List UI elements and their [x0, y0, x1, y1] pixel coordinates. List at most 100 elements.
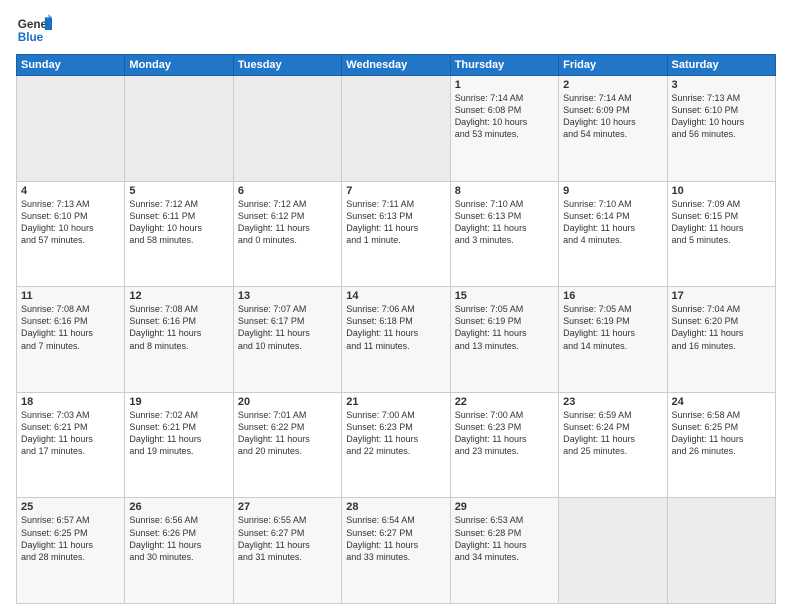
- weekday-header: Friday: [559, 55, 667, 76]
- calendar-cell: 12Sunrise: 7:08 AM Sunset: 6:16 PM Dayli…: [125, 287, 233, 393]
- calendar-cell: 29Sunrise: 6:53 AM Sunset: 6:28 PM Dayli…: [450, 498, 558, 604]
- day-number: 14: [346, 290, 445, 302]
- calendar-cell: 19Sunrise: 7:02 AM Sunset: 6:21 PM Dayli…: [125, 392, 233, 498]
- weekday-header-row: SundayMondayTuesdayWednesdayThursdayFrid…: [17, 55, 776, 76]
- day-info: Sunrise: 7:11 AM Sunset: 6:13 PM Dayligh…: [346, 198, 445, 247]
- day-number: 2: [563, 79, 662, 91]
- day-number: 11: [21, 290, 120, 302]
- day-info: Sunrise: 6:56 AM Sunset: 6:26 PM Dayligh…: [129, 514, 228, 563]
- calendar-cell: 8Sunrise: 7:10 AM Sunset: 6:13 PM Daylig…: [450, 181, 558, 287]
- calendar-cell: 7Sunrise: 7:11 AM Sunset: 6:13 PM Daylig…: [342, 181, 450, 287]
- calendar-cell: 10Sunrise: 7:09 AM Sunset: 6:15 PM Dayli…: [667, 181, 775, 287]
- calendar-cell: [125, 76, 233, 182]
- day-info: Sunrise: 6:53 AM Sunset: 6:28 PM Dayligh…: [455, 514, 554, 563]
- day-info: Sunrise: 7:08 AM Sunset: 6:16 PM Dayligh…: [21, 303, 120, 352]
- calendar-cell: [667, 498, 775, 604]
- calendar-cell: 18Sunrise: 7:03 AM Sunset: 6:21 PM Dayli…: [17, 392, 125, 498]
- day-info: Sunrise: 7:08 AM Sunset: 6:16 PM Dayligh…: [129, 303, 228, 352]
- day-info: Sunrise: 7:04 AM Sunset: 6:20 PM Dayligh…: [672, 303, 771, 352]
- calendar-cell: 2Sunrise: 7:14 AM Sunset: 6:09 PM Daylig…: [559, 76, 667, 182]
- calendar-cell: [17, 76, 125, 182]
- calendar-cell: 3Sunrise: 7:13 AM Sunset: 6:10 PM Daylig…: [667, 76, 775, 182]
- calendar-cell: 17Sunrise: 7:04 AM Sunset: 6:20 PM Dayli…: [667, 287, 775, 393]
- day-number: 20: [238, 396, 337, 408]
- calendar-cell: 14Sunrise: 7:06 AM Sunset: 6:18 PM Dayli…: [342, 287, 450, 393]
- calendar-cell: 28Sunrise: 6:54 AM Sunset: 6:27 PM Dayli…: [342, 498, 450, 604]
- day-number: 29: [455, 501, 554, 513]
- calendar-cell: 5Sunrise: 7:12 AM Sunset: 6:11 PM Daylig…: [125, 181, 233, 287]
- weekday-header: Sunday: [17, 55, 125, 76]
- calendar-cell: 6Sunrise: 7:12 AM Sunset: 6:12 PM Daylig…: [233, 181, 341, 287]
- day-info: Sunrise: 7:05 AM Sunset: 6:19 PM Dayligh…: [563, 303, 662, 352]
- day-number: 8: [455, 185, 554, 197]
- calendar-cell: 21Sunrise: 7:00 AM Sunset: 6:23 PM Dayli…: [342, 392, 450, 498]
- calendar-cell: 13Sunrise: 7:07 AM Sunset: 6:17 PM Dayli…: [233, 287, 341, 393]
- calendar-cell: [233, 76, 341, 182]
- day-number: 10: [672, 185, 771, 197]
- calendar-week-row: 1Sunrise: 7:14 AM Sunset: 6:08 PM Daylig…: [17, 76, 776, 182]
- weekday-header: Wednesday: [342, 55, 450, 76]
- calendar-cell: 20Sunrise: 7:01 AM Sunset: 6:22 PM Dayli…: [233, 392, 341, 498]
- day-info: Sunrise: 7:05 AM Sunset: 6:19 PM Dayligh…: [455, 303, 554, 352]
- day-info: Sunrise: 7:02 AM Sunset: 6:21 PM Dayligh…: [129, 409, 228, 458]
- day-info: Sunrise: 6:58 AM Sunset: 6:25 PM Dayligh…: [672, 409, 771, 458]
- day-info: Sunrise: 7:12 AM Sunset: 6:12 PM Dayligh…: [238, 198, 337, 247]
- day-info: Sunrise: 7:14 AM Sunset: 6:08 PM Dayligh…: [455, 92, 554, 141]
- day-number: 28: [346, 501, 445, 513]
- calendar-cell: 27Sunrise: 6:55 AM Sunset: 6:27 PM Dayli…: [233, 498, 341, 604]
- weekday-header: Tuesday: [233, 55, 341, 76]
- day-number: 24: [672, 396, 771, 408]
- day-info: Sunrise: 6:55 AM Sunset: 6:27 PM Dayligh…: [238, 514, 337, 563]
- day-info: Sunrise: 7:06 AM Sunset: 6:18 PM Dayligh…: [346, 303, 445, 352]
- calendar-cell: [559, 498, 667, 604]
- weekday-header: Thursday: [450, 55, 558, 76]
- calendar-cell: 4Sunrise: 7:13 AM Sunset: 6:10 PM Daylig…: [17, 181, 125, 287]
- day-number: 27: [238, 501, 337, 513]
- day-info: Sunrise: 6:54 AM Sunset: 6:27 PM Dayligh…: [346, 514, 445, 563]
- calendar-cell: 22Sunrise: 7:00 AM Sunset: 6:23 PM Dayli…: [450, 392, 558, 498]
- day-info: Sunrise: 7:13 AM Sunset: 6:10 PM Dayligh…: [672, 92, 771, 141]
- day-info: Sunrise: 7:03 AM Sunset: 6:21 PM Dayligh…: [21, 409, 120, 458]
- day-info: Sunrise: 6:59 AM Sunset: 6:24 PM Dayligh…: [563, 409, 662, 458]
- day-number: 19: [129, 396, 228, 408]
- day-number: 22: [455, 396, 554, 408]
- header: General Blue: [16, 12, 776, 48]
- day-number: 21: [346, 396, 445, 408]
- day-number: 23: [563, 396, 662, 408]
- svg-text:Blue: Blue: [18, 31, 44, 44]
- calendar-week-row: 11Sunrise: 7:08 AM Sunset: 6:16 PM Dayli…: [17, 287, 776, 393]
- day-number: 15: [455, 290, 554, 302]
- day-number: 13: [238, 290, 337, 302]
- day-info: Sunrise: 7:00 AM Sunset: 6:23 PM Dayligh…: [346, 409, 445, 458]
- calendar-cell: 9Sunrise: 7:10 AM Sunset: 6:14 PM Daylig…: [559, 181, 667, 287]
- calendar-cell: 15Sunrise: 7:05 AM Sunset: 6:19 PM Dayli…: [450, 287, 558, 393]
- calendar-table: SundayMondayTuesdayWednesdayThursdayFrid…: [16, 54, 776, 604]
- calendar-cell: 25Sunrise: 6:57 AM Sunset: 6:25 PM Dayli…: [17, 498, 125, 604]
- day-number: 5: [129, 185, 228, 197]
- calendar-cell: 16Sunrise: 7:05 AM Sunset: 6:19 PM Dayli…: [559, 287, 667, 393]
- calendar-cell: 26Sunrise: 6:56 AM Sunset: 6:26 PM Dayli…: [125, 498, 233, 604]
- calendar-week-row: 25Sunrise: 6:57 AM Sunset: 6:25 PM Dayli…: [17, 498, 776, 604]
- calendar-cell: 1Sunrise: 7:14 AM Sunset: 6:08 PM Daylig…: [450, 76, 558, 182]
- day-number: 1: [455, 79, 554, 91]
- logo-icon: General Blue: [16, 12, 52, 48]
- day-info: Sunrise: 6:57 AM Sunset: 6:25 PM Dayligh…: [21, 514, 120, 563]
- day-info: Sunrise: 7:01 AM Sunset: 6:22 PM Dayligh…: [238, 409, 337, 458]
- calendar-week-row: 4Sunrise: 7:13 AM Sunset: 6:10 PM Daylig…: [17, 181, 776, 287]
- day-number: 18: [21, 396, 120, 408]
- calendar-week-row: 18Sunrise: 7:03 AM Sunset: 6:21 PM Dayli…: [17, 392, 776, 498]
- weekday-header: Monday: [125, 55, 233, 76]
- day-number: 12: [129, 290, 228, 302]
- day-info: Sunrise: 7:00 AM Sunset: 6:23 PM Dayligh…: [455, 409, 554, 458]
- logo: General Blue: [16, 12, 52, 48]
- day-info: Sunrise: 7:10 AM Sunset: 6:13 PM Dayligh…: [455, 198, 554, 247]
- day-number: 9: [563, 185, 662, 197]
- day-number: 16: [563, 290, 662, 302]
- day-info: Sunrise: 7:12 AM Sunset: 6:11 PM Dayligh…: [129, 198, 228, 247]
- calendar-cell: 23Sunrise: 6:59 AM Sunset: 6:24 PM Dayli…: [559, 392, 667, 498]
- day-number: 3: [672, 79, 771, 91]
- day-number: 17: [672, 290, 771, 302]
- day-number: 25: [21, 501, 120, 513]
- calendar-cell: [342, 76, 450, 182]
- day-info: Sunrise: 7:14 AM Sunset: 6:09 PM Dayligh…: [563, 92, 662, 141]
